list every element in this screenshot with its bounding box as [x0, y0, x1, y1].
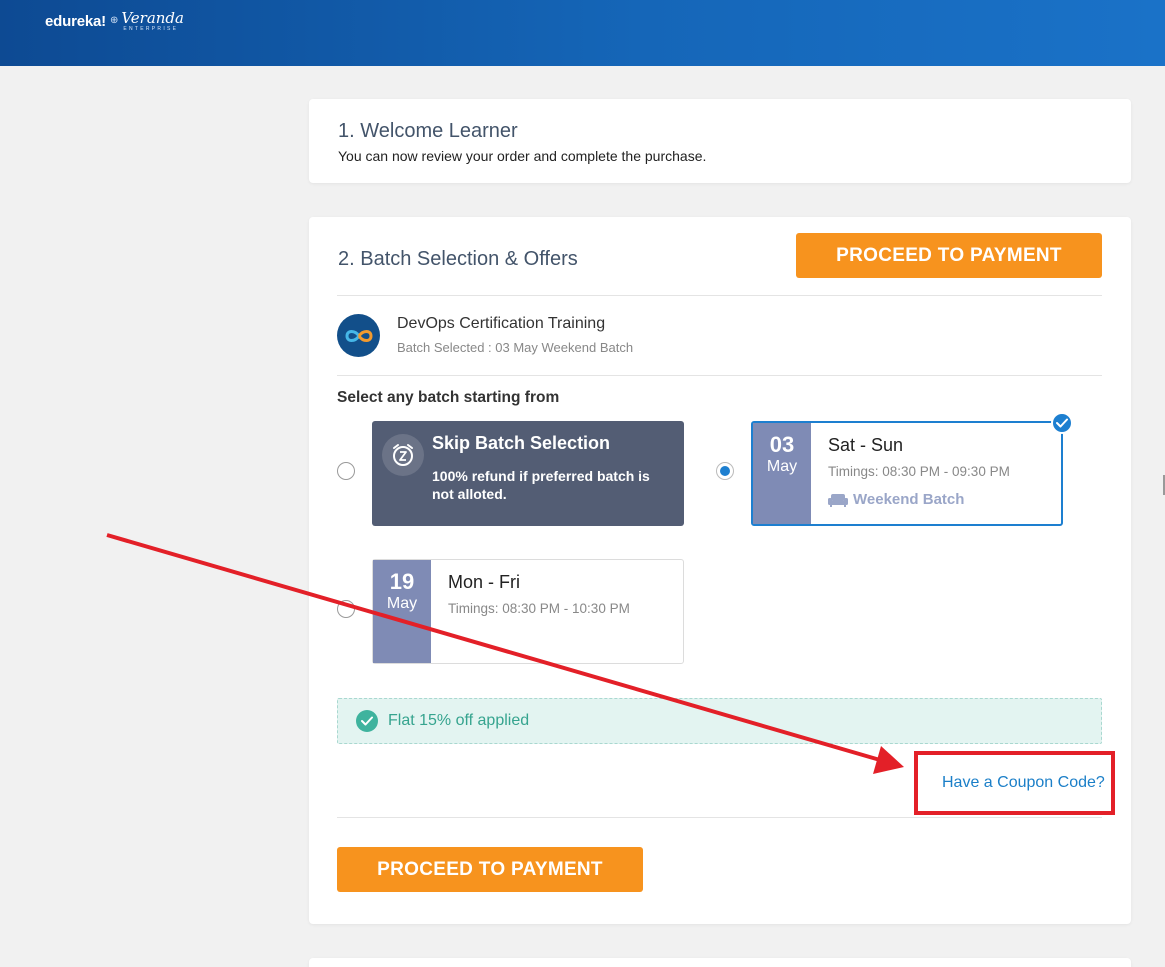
select-batch-label: Select any batch starting from	[337, 389, 560, 406]
infinity-icon	[337, 314, 380, 357]
veranda-logo: Veranda ENTERPRISE	[121, 10, 184, 32]
course-name: DevOps Certification Training	[397, 315, 606, 332]
batch-section-title: 2. Batch Selection & Offers	[338, 248, 578, 270]
sofa-icon	[828, 493, 848, 507]
top-header-bar: edureka! ⊕ Veranda ENTERPRISE	[0, 0, 1165, 66]
batch-days: Mon - Fri	[448, 572, 520, 592]
divider	[337, 375, 1102, 376]
enterprise-logo-text: ENTERPRISE	[123, 26, 179, 32]
batch-option-19-may[interactable]: 19 May Mon - Fri Timings: 08:30 PM - 10:…	[372, 559, 684, 664]
welcome-subtitle: You can now review your order and comple…	[338, 148, 707, 164]
batch-date: 03 May	[753, 423, 811, 524]
brand-logo[interactable]: edureka! ⊕ Veranda ENTERPRISE	[45, 10, 184, 32]
batch-month: May	[386, 595, 418, 612]
batch-timings: Timings: 08:30 PM - 09:30 PM	[828, 464, 1010, 479]
batch-day: 19	[389, 569, 415, 594]
offer-text: Flat 15% off applied	[388, 712, 530, 729]
check-circle-icon	[356, 710, 378, 732]
radio-skip-batch[interactable]	[337, 462, 355, 480]
batch-timings: Timings: 08:30 PM - 10:30 PM	[448, 601, 630, 616]
offer-applied-banner: Flat 15% off applied	[337, 698, 1102, 744]
batch-month: May	[766, 458, 798, 475]
skip-batch-description: 100% refund if preferred batch is not al…	[432, 468, 650, 502]
edureka-logo-text: edureka!	[45, 13, 106, 30]
next-section-card	[309, 958, 1131, 967]
proceed-to-payment-button-bottom[interactable]: PROCEED TO PAYMENT	[337, 847, 643, 892]
welcome-card: 1. Welcome Learner You can now review yo…	[309, 99, 1131, 183]
batch-days: Sat - Sun	[828, 435, 904, 455]
checkmark-icon	[1051, 412, 1073, 434]
batch-day: 03	[769, 432, 795, 457]
red-highlight-box	[914, 751, 1115, 815]
batch-tag: Weekend Batch	[828, 491, 964, 508]
alarm-clock-icon	[382, 434, 424, 476]
radio-batch-03-may[interactable]	[716, 462, 734, 480]
skip-batch-title: Skip Batch Selection	[432, 433, 611, 453]
radio-batch-19-may[interactable]	[337, 600, 355, 618]
skip-batch-option[interactable]: Skip Batch Selection 100% refund if pref…	[372, 421, 684, 526]
brand-separator-icon: ⊕	[109, 15, 119, 26]
batch-option-03-may[interactable]: 03 May Sat - Sun Timings: 08:30 PM - 09:…	[751, 412, 1073, 526]
course-batch-selected: Batch Selected : 03 May Weekend Batch	[397, 340, 634, 355]
welcome-title: 1. Welcome Learner	[338, 120, 518, 142]
divider	[337, 295, 1102, 296]
veranda-logo-text: Veranda	[121, 9, 184, 27]
batch-tag-label: Weekend Batch	[853, 491, 965, 508]
proceed-to-payment-button-top[interactable]: PROCEED TO PAYMENT	[796, 233, 1102, 278]
batch-date: 19 May	[373, 560, 431, 663]
divider	[337, 817, 1102, 818]
batch-selection-card: 2. Batch Selection & Offers PROCEED TO P…	[309, 217, 1131, 924]
